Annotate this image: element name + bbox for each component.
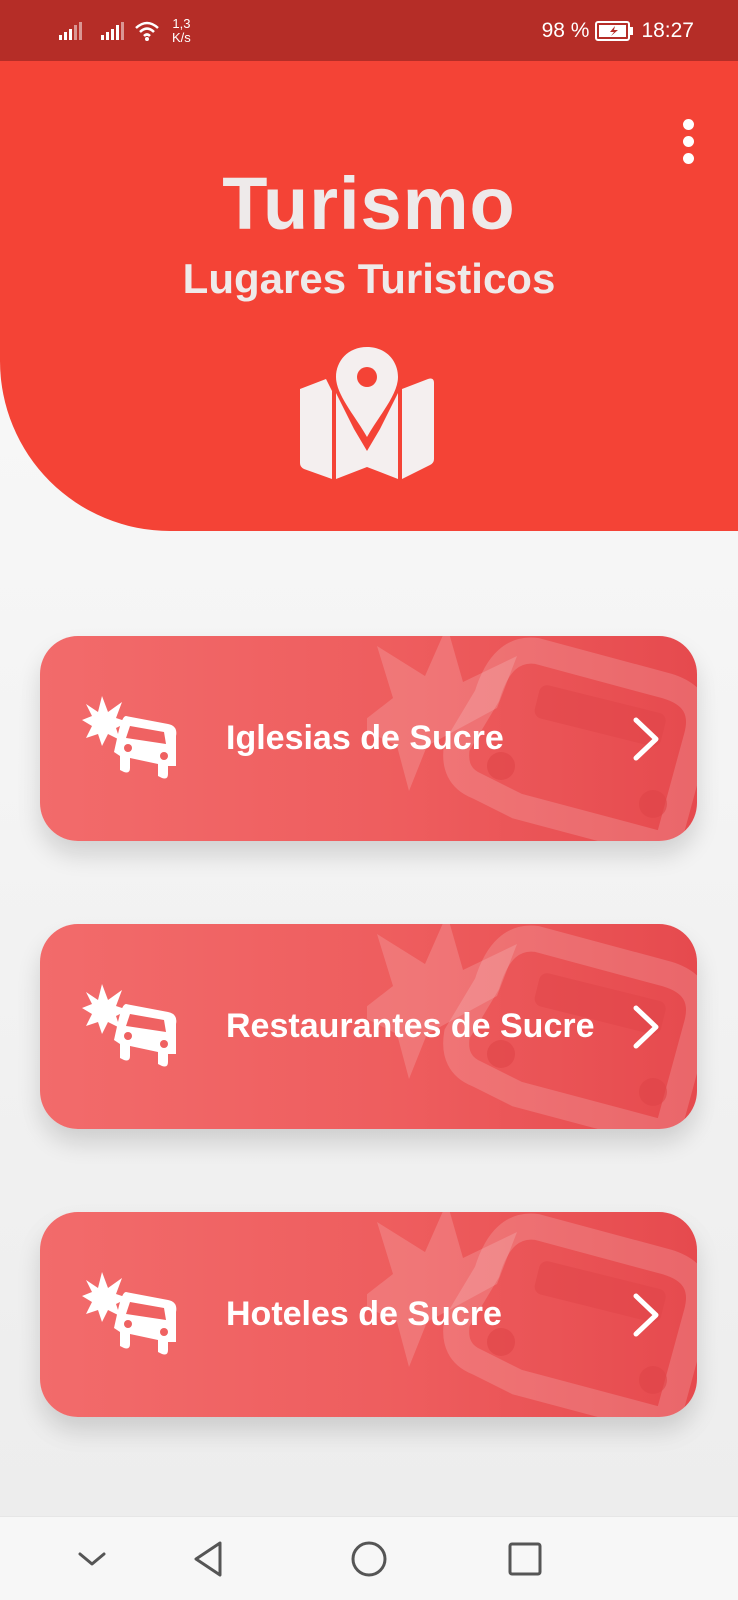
speed-value: 1,3 <box>172 16 191 31</box>
car-crash-icon <box>82 984 177 1067</box>
map-pin-icon <box>300 347 434 479</box>
page-title: Turismo <box>222 162 516 245</box>
home-icon[interactable] <box>347 1537 391 1581</box>
recents-icon[interactable] <box>503 1537 547 1581</box>
speed-unit: K/s <box>172 30 191 45</box>
chevron-right-icon <box>633 717 659 761</box>
card-hoteles[interactable]: Hoteles de Sucre <box>40 1212 697 1417</box>
chevron-right-icon <box>633 1005 659 1049</box>
signal-icon <box>59 22 82 40</box>
header: Turismo Lugares Turisticos <box>0 61 738 531</box>
page-subtitle: Lugares Turisticos <box>182 255 556 302</box>
battery-charging-icon <box>595 21 634 41</box>
clock: 18:27 <box>641 19 694 42</box>
card-iglesias[interactable]: Iglesias de Sucre <box>40 636 697 841</box>
status-right: 98 % 18:27 <box>542 14 694 48</box>
status-left: 1,3 K/s <box>58 14 191 48</box>
car-crash-icon <box>82 1272 177 1355</box>
chevron-right-icon <box>633 1293 659 1337</box>
battery-percent: 98 % <box>541 19 590 42</box>
system-nav-bar <box>0 1516 738 1600</box>
chevron-down-icon[interactable] <box>70 1537 114 1581</box>
signal-icon <box>101 22 124 40</box>
card-label: Iglesias de Sucre <box>226 719 504 757</box>
car-crash-icon <box>82 696 177 779</box>
network-speed: 1,3 K/s <box>172 17 191 45</box>
status-bar: 1,3 K/s 98 % 18:27 <box>0 0 738 61</box>
card-label: Hoteles de Sucre <box>226 1295 502 1333</box>
card-label: Restaurantes de Sucre <box>226 1007 595 1045</box>
card-restaurantes[interactable]: Restaurantes de Sucre <box>40 924 697 1129</box>
back-icon[interactable] <box>188 1537 232 1581</box>
wifi-icon <box>135 21 159 41</box>
